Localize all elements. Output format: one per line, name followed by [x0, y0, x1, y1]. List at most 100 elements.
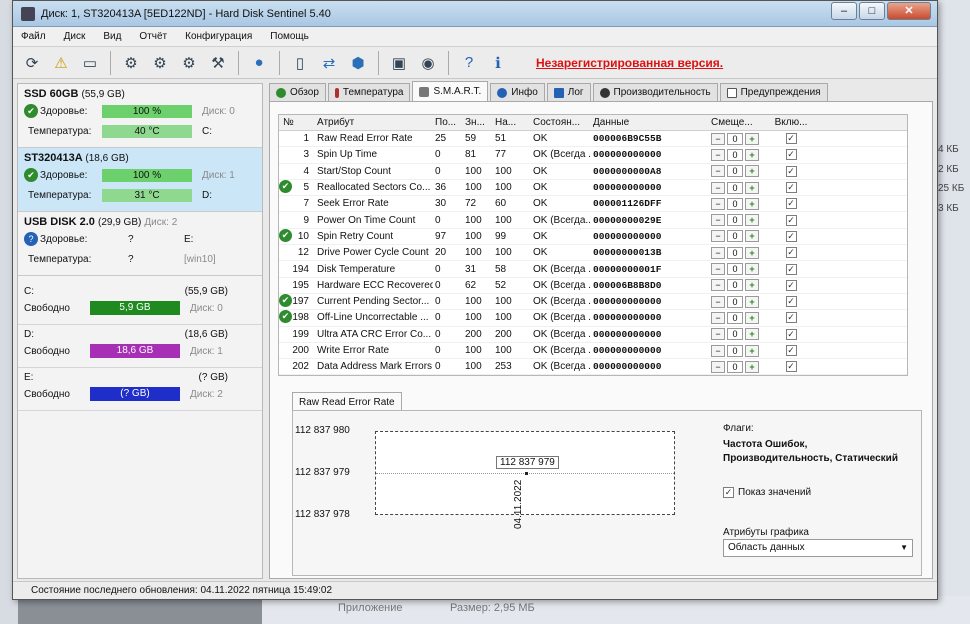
web-icon[interactable]: ● [246, 50, 272, 76]
enabled-checkbox[interactable]: ✓ [785, 198, 797, 210]
minus-icon[interactable]: − [711, 360, 725, 373]
enabled-checkbox[interactable]: ✓ [785, 361, 797, 373]
offset-stepper[interactable]: −0 + [711, 197, 771, 210]
col-enabled[interactable]: Вклю... [771, 117, 811, 128]
unregistered-link[interactable]: Незарегистрированная версия. [536, 56, 723, 70]
table-row[interactable]: 7 Seek Error Rate 30 72 60 OK 000001126DFF −0 + ✓ [279, 196, 907, 213]
col-attribute[interactable]: Атрибут [313, 117, 433, 128]
tab-info[interactable]: Инфо [490, 83, 545, 101]
plus-icon[interactable]: + [745, 328, 759, 341]
col-offset[interactable]: Смеще... [711, 117, 771, 128]
enabled-checkbox[interactable]: ✓ [785, 133, 797, 145]
help-icon[interactable]: ? [456, 50, 482, 76]
plus-icon[interactable]: + [745, 263, 759, 276]
minus-icon[interactable]: − [711, 279, 725, 292]
plus-icon[interactable]: + [745, 181, 759, 194]
col-threshold[interactable]: По... [433, 117, 463, 128]
plus-icon[interactable]: + [745, 197, 759, 210]
enabled-checkbox[interactable]: ✓ [785, 214, 797, 226]
table-row[interactable]: 202 Data Address Mark Errors 0 100 253 OK (Вс… [279, 359, 907, 375]
enabled-checkbox[interactable]: ✓ [785, 230, 797, 242]
minus-icon[interactable]: − [711, 165, 725, 178]
col-no[interactable]: № [279, 117, 313, 128]
table-row[interactable]: 3 Spin Up Time 0 81 77 OK (Всегда ... 00000000… [279, 147, 907, 164]
graph-attributes-select[interactable]: Область данных ▼ [723, 539, 913, 557]
enabled-checkbox[interactable]: ✓ [785, 312, 797, 324]
minus-icon[interactable]: − [711, 214, 725, 227]
offset-value[interactable]: 0 [727, 360, 743, 373]
table-row[interactable]: 10 ✔ Spin Retry Count 97 100 99 OK 000000000000… [279, 228, 907, 246]
network-icon[interactable]: ⬢ [345, 50, 371, 76]
minus-icon[interactable]: − [711, 230, 725, 243]
enabled-checkbox[interactable]: ✓ [785, 328, 797, 340]
test3-icon[interactable]: ⚙ [176, 50, 202, 76]
minus-icon[interactable]: − [711, 263, 725, 276]
plus-icon[interactable]: + [745, 165, 759, 178]
col-status[interactable]: Состоян... [531, 117, 591, 128]
plus-icon[interactable]: + [745, 279, 759, 292]
col-value[interactable]: Зн... [463, 117, 493, 128]
menu-view[interactable]: Вид [103, 31, 121, 42]
minus-icon[interactable]: − [711, 148, 725, 161]
enabled-checkbox[interactable]: ✓ [785, 345, 797, 356]
refresh-icon[interactable]: ⟳ [19, 50, 45, 76]
table-row[interactable]: 197 ✔ Current Pending Sector... 0 100 100 OK (… [279, 293, 907, 311]
offset-stepper[interactable]: −0 + [711, 263, 771, 276]
plus-icon[interactable]: + [745, 344, 759, 357]
offset-value[interactable]: 0 [727, 246, 743, 259]
close-button[interactable]: ✕ [887, 2, 931, 20]
tab-warnings[interactable]: Предупреждения [719, 83, 828, 101]
offset-value[interactable]: 0 [727, 263, 743, 276]
table-row[interactable]: 5 ✔ Reallocated Sectors Co... 36 100 100 OK 000… [279, 179, 907, 197]
table-row[interactable]: 200 Write Error Rate 0 100 100 OK (Всегда ...… [279, 343, 907, 360]
enabled-checkbox[interactable]: ✓ [785, 165, 797, 177]
offset-value[interactable]: 0 [727, 197, 743, 210]
table-row[interactable]: 9 Power On Time Count 0 100 100 OK (Всегда...… [279, 212, 907, 229]
tab-overview[interactable]: Обзор [269, 83, 326, 101]
menu-config[interactable]: Конфигурация [185, 31, 252, 42]
test-icon[interactable]: ⚙ [118, 50, 144, 76]
enabled-checkbox[interactable]: ✓ [785, 279, 797, 291]
offset-value[interactable]: 0 [727, 132, 743, 145]
minus-icon[interactable]: − [711, 311, 725, 324]
table-row[interactable]: 195 Hardware ECC Recovered 0 62 52 OK (Всегда… [279, 278, 907, 294]
offset-stepper[interactable]: −0 + [711, 311, 771, 324]
offset-value[interactable]: 0 [727, 214, 743, 227]
minus-icon[interactable]: − [711, 181, 725, 194]
offset-stepper[interactable]: −0 + [711, 328, 771, 341]
menu-file[interactable]: Файл [21, 31, 46, 42]
volume-item-c[interactable]: C: (55,9 GB) Свободно 5,9 GB Диск: 0 [18, 282, 262, 325]
maximize-button[interactable]: □ [859, 2, 885, 20]
enabled-checkbox[interactable]: ✓ [785, 296, 797, 308]
tab-performance[interactable]: Производительность [592, 83, 718, 101]
table-row[interactable]: 199 Ultra ATA CRC Error Co... 0 200 200 OK (В… [279, 327, 907, 343]
volume-item-e[interactable]: E: (? GB) Свободно (? GB) Диск: 2 [18, 368, 262, 411]
table-row[interactable]: 12 Drive Power Cycle Count 20 100 100 OK 00000… [279, 245, 907, 262]
offset-stepper[interactable]: −0 + [711, 360, 771, 373]
enabled-checkbox[interactable]: ✓ [785, 247, 797, 259]
disk-icon[interactable]: ▭ [77, 50, 103, 76]
minimize-button[interactable]: – [831, 2, 857, 20]
offset-value[interactable]: 0 [727, 165, 743, 178]
sync-icon[interactable]: ⇄ [316, 50, 342, 76]
disk-item-usb[interactable]: USB DISK 2.0 (29,9 GB) Диск: 2 ? Здоровь… [18, 212, 262, 276]
offset-value[interactable]: 0 [727, 328, 743, 341]
offset-value[interactable]: 0 [727, 230, 743, 243]
table-row[interactable]: 1 Raw Read Error Rate 25 59 51 OK 000006B9C55B… [279, 131, 907, 148]
tools-icon[interactable]: ⚒ [205, 50, 231, 76]
minus-icon[interactable]: − [711, 246, 725, 259]
tab-log[interactable]: Лог [546, 83, 591, 101]
plus-icon[interactable]: + [745, 214, 759, 227]
tab-temperature[interactable]: Температура [327, 83, 411, 101]
plus-icon[interactable]: + [745, 132, 759, 145]
plus-icon[interactable]: + [745, 230, 759, 243]
plus-icon[interactable]: + [745, 246, 759, 259]
offset-value[interactable]: 0 [727, 311, 743, 324]
plus-icon[interactable]: + [745, 360, 759, 373]
enabled-checkbox[interactable]: ✓ [785, 263, 797, 275]
minus-icon[interactable]: − [711, 197, 725, 210]
table-row[interactable]: 198 ✔ Off-Line Uncorrectable ... 0 100 100 OK … [279, 310, 907, 327]
terminal-icon[interactable]: ▣ [386, 50, 412, 76]
offset-stepper[interactable]: −0 + [711, 279, 771, 292]
offset-value[interactable]: 0 [727, 148, 743, 161]
